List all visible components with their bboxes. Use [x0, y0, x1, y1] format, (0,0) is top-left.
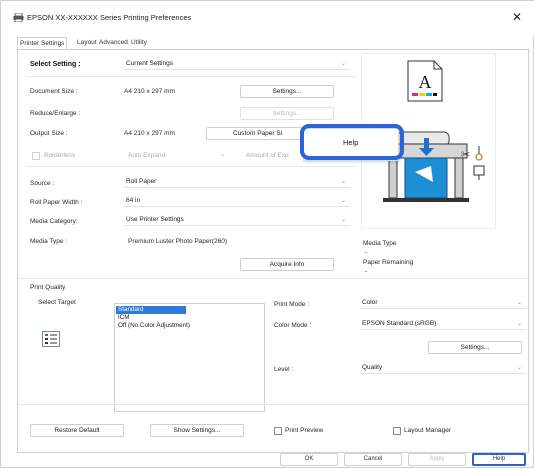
tab-layout[interactable]: Layout: [77, 37, 97, 49]
roll-width-value: 64 in: [126, 197, 141, 204]
document-size-value: A4 210 x 297 mm: [124, 88, 175, 95]
media-type-label: Media Type :: [30, 238, 68, 245]
print-quality-header: Print Quality: [30, 284, 66, 291]
paper-remaining-caption: Paper Remaining: [363, 259, 414, 266]
paper-remaining-dash: -: [365, 268, 368, 275]
ok-button[interactable]: OK: [280, 453, 338, 466]
auto-expand-value: Auto Expand: [128, 152, 166, 159]
title-bar: EPSON XX-XXXXXX Series Printing Preferen…: [1, 1, 534, 35]
chevron-down-icon: ⌄: [340, 179, 346, 185]
media-category-label: Media Category:: [30, 218, 78, 225]
chevron-down-icon: ⌄: [340, 217, 346, 223]
divider: [18, 404, 528, 405]
apply-button[interactable]: Apply: [408, 453, 466, 466]
printer-settings-panel: Select Setting : Current Settings ⌄ Docu…: [17, 49, 529, 453]
output-size-label: Output Size :: [30, 130, 68, 137]
output-size-value: A4 210 x 297 mm: [124, 130, 175, 137]
layout-manager-checkbox[interactable]: [393, 427, 401, 435]
color-mode-dropdown[interactable]: EPSON Standard (sRGB) ⌄: [360, 319, 526, 330]
reduce-enlarge-label: Reduce/Enlarge :: [30, 110, 81, 117]
print-preview-label: Print Preview: [285, 427, 324, 434]
document-size-settings-button[interactable]: Settings...: [240, 85, 334, 98]
level-value: Quality: [362, 364, 383, 371]
print-mode-value: Color: [362, 299, 378, 306]
chevron-down-icon: ⌄: [516, 321, 522, 327]
borderless-checkbox[interactable]: [32, 152, 40, 160]
print-preview-checkbox[interactable]: [274, 427, 282, 435]
restore-default-button[interactable]: Restore Default: [30, 424, 124, 437]
print-mode-dropdown[interactable]: Color ⌄: [360, 298, 526, 309]
media-type-dash: -: [365, 249, 368, 256]
select-target-listbox[interactable]: Standard ICM Off (No Color Adjustment): [114, 303, 265, 412]
tab-utility[interactable]: Utility: [131, 37, 147, 49]
document-size-label: Document Size :: [30, 88, 78, 95]
select-target-label: Select Target: [38, 299, 76, 306]
list-item[interactable]: ICM: [116, 314, 176, 322]
chevron-down-icon: ⌄: [516, 300, 522, 306]
close-icon[interactable]: ✕: [510, 10, 524, 24]
level-dropdown[interactable]: Quality ⌄: [360, 363, 526, 374]
tab-printer-settings[interactable]: Printer Settings: [17, 37, 68, 49]
show-settings-button[interactable]: Show Settings...: [150, 424, 244, 437]
reduce-enlarge-settings-button[interactable]: Settings...: [240, 107, 334, 120]
chevron-down-icon: ⌄: [340, 198, 346, 204]
acquire-info-button[interactable]: Acquire Info: [240, 258, 334, 271]
amount-of-expansion: Amount of Exp: [246, 152, 289, 159]
select-setting-value: Current Settings: [126, 60, 173, 67]
window-title: EPSON XX-XXXXXX Series Printing Preferen…: [27, 13, 192, 22]
tab-advanced[interactable]: Advanced: [99, 37, 128, 49]
custom-paper-size-button[interactable]: Custom Paper Si: [206, 127, 312, 140]
divider: [26, 76, 356, 77]
quality-options-icon: [42, 331, 60, 347]
printing-preferences-window: EPSON XX-XXXXXX Series Printing Preferen…: [0, 0, 534, 468]
roll-width-label: Roll Paper Width :: [30, 199, 83, 206]
source-value: Roll Paper: [126, 178, 157, 185]
media-type-value: Premium Luster Photo Paper(260): [128, 238, 227, 245]
help-button[interactable]: Help: [472, 453, 526, 466]
divider: [26, 166, 356, 167]
media-type-caption: Media Type: [363, 240, 397, 247]
chevron-down-icon: ⌄: [220, 152, 226, 158]
source-label: Source :: [30, 180, 55, 187]
level-label: Level :: [274, 366, 294, 373]
color-settings-button[interactable]: Settings...: [428, 341, 522, 354]
media-category-value: Use Printer Settings: [126, 216, 184, 223]
help-highlight-frame: [300, 124, 404, 160]
select-setting-label: Select Setting :: [30, 61, 81, 68]
select-setting-dropdown[interactable]: Current Settings ⌄: [124, 59, 350, 70]
roll-width-dropdown[interactable]: 64 in ⌄: [124, 196, 350, 207]
borderless-label: Borderless: [44, 152, 76, 159]
paper-letter: A: [419, 72, 432, 92]
cancel-button[interactable]: Cancel: [344, 453, 402, 466]
list-item[interactable]: Standard: [116, 306, 186, 314]
divider: [18, 278, 528, 279]
color-mode-value: EPSON Standard (sRGB): [362, 320, 437, 327]
print-mode-label: Print Mode :: [274, 301, 310, 308]
layout-manager-label: Layout Manager: [404, 427, 451, 434]
media-category-dropdown[interactable]: Use Printer Settings ⌄: [124, 215, 350, 226]
color-mode-label: Color Mode :: [274, 322, 312, 329]
svg-text:✂: ✂: [461, 149, 470, 161]
printer-icon: [13, 13, 24, 22]
paper-preview-icon: A: [407, 60, 443, 102]
list-item[interactable]: Off (No Color Adjustment): [116, 322, 236, 330]
chevron-down-icon: ⌄: [516, 365, 522, 371]
chevron-down-icon: ⌄: [340, 61, 346, 67]
source-dropdown[interactable]: Roll Paper ⌄: [124, 177, 350, 188]
